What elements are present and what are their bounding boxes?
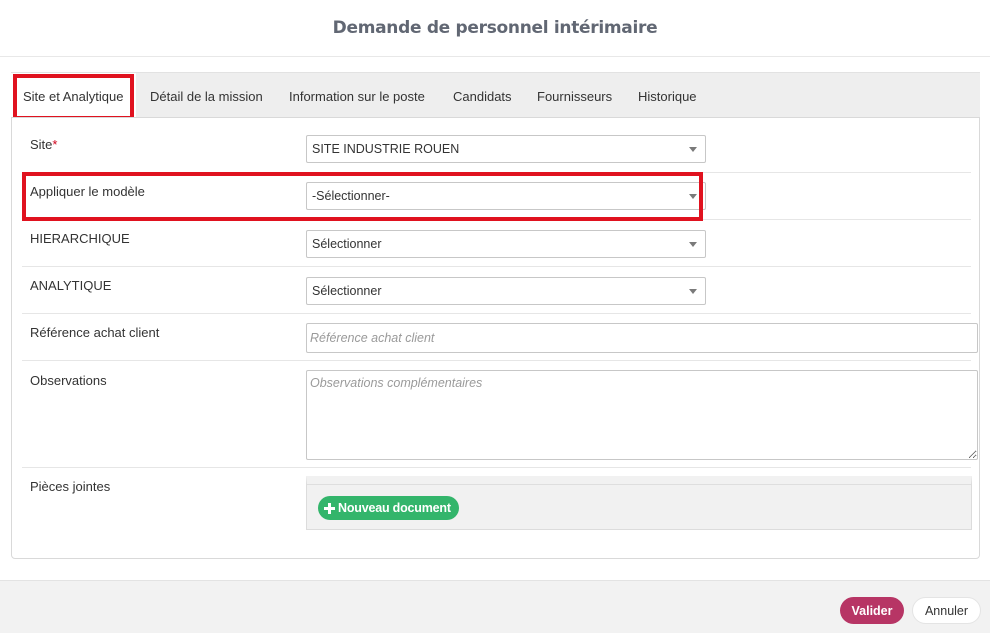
- tab-bar: Site et Analytique Détail de la mission …: [11, 72, 980, 120]
- attachments-dropzone: Nouveau document: [306, 476, 972, 530]
- analytics-label: ANALYTIQUE: [30, 278, 112, 293]
- modal-footer: Valider Annuler: [0, 580, 990, 633]
- analytics-select-value: Sélectionner: [312, 284, 382, 298]
- site-label-text: Site: [30, 137, 53, 152]
- hierarchy-select[interactable]: Sélectionner: [306, 230, 706, 258]
- caret-down-icon: [689, 147, 697, 152]
- site-label: Site*: [30, 137, 57, 152]
- required-mark: *: [52, 137, 58, 152]
- hierarchy-select-value: Sélectionner: [312, 237, 382, 251]
- observations-label: Observations: [30, 373, 107, 388]
- template-label: Appliquer le modèle: [30, 184, 145, 199]
- modal: Demande de personnel intérimaire Site et…: [0, 0, 990, 633]
- row-observations: Observations: [22, 361, 978, 468]
- caret-down-icon: [689, 289, 697, 294]
- tab-detail-mission[interactable]: Détail de la mission: [150, 73, 263, 119]
- attachments-toolbar: Nouveau document: [307, 484, 971, 528]
- observations-textarea[interactable]: [306, 370, 978, 460]
- attachments-label: Pièces jointes: [30, 479, 111, 494]
- template-select-value: -Sélectionner-: [312, 189, 390, 203]
- row-site: Site* SITE INDUSTRIE ROUEN: [22, 125, 971, 173]
- cancel-button[interactable]: Annuler: [912, 597, 981, 624]
- new-document-button[interactable]: Nouveau document: [318, 496, 459, 520]
- modal-header: Demande de personnel intérimaire: [0, 0, 990, 57]
- site-select-value: SITE INDUSTRIE ROUEN: [312, 142, 460, 156]
- tab-site-analytique[interactable]: Site et Analytique: [11, 73, 136, 120]
- plus-icon: [324, 502, 335, 514]
- template-select[interactable]: -Sélectionner-: [306, 182, 706, 210]
- row-purchase-ref: Référence achat client: [22, 314, 978, 361]
- validate-button[interactable]: Valider: [840, 597, 904, 624]
- tab-information-poste[interactable]: Information sur le poste: [289, 73, 425, 119]
- purchase-ref-label: Référence achat client: [30, 325, 160, 340]
- caret-down-icon: [689, 242, 697, 247]
- row-hierarchy: HIERARCHIQUE Sélectionner: [22, 220, 971, 267]
- row-analytics: ANALYTIQUE Sélectionner: [22, 267, 971, 314]
- row-template: Appliquer le modèle -Sélectionner-: [22, 173, 971, 220]
- caret-down-icon: [689, 194, 697, 199]
- form-panel: Site* SITE INDUSTRIE ROUEN Appliquer le …: [11, 117, 980, 559]
- site-select[interactable]: SITE INDUSTRIE ROUEN: [306, 135, 706, 163]
- row-attachments: Pièces jointes Nouveau document: [22, 468, 972, 542]
- tab-candidats[interactable]: Candidats: [453, 73, 512, 119]
- tab-fournisseurs[interactable]: Fournisseurs: [537, 73, 612, 119]
- new-document-label: Nouveau document: [338, 501, 451, 515]
- modal-title: Demande de personnel intérimaire: [332, 18, 658, 38]
- purchase-ref-input[interactable]: [306, 323, 978, 353]
- hierarchy-label: HIERARCHIQUE: [30, 231, 130, 246]
- analytics-select[interactable]: Sélectionner: [306, 277, 706, 305]
- tab-historique[interactable]: Historique: [638, 73, 697, 119]
